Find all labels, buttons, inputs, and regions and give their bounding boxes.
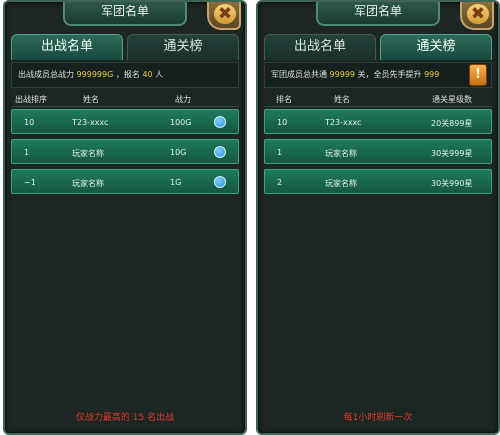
row-power: 10G [170, 148, 187, 157]
table-row[interactable]: 2 玩家名称 30关990星 [264, 169, 492, 194]
ranking-panel: 军团名单 出战名单 通关榜 军团成员总共通 99999 关，全员先手提升 999… [256, 0, 500, 435]
panel-title: 军团名单 [63, 2, 187, 26]
row-rank: 1 [24, 148, 30, 157]
close-icon: ✖ [467, 4, 489, 24]
status-dot-icon[interactable] [214, 146, 226, 158]
row-rank: 10 [277, 118, 288, 127]
table-row[interactable]: 10 T23-xxxc 20关899星 [264, 109, 492, 134]
row-rank: 2 [277, 178, 283, 187]
signup-count-unit: 人 [155, 70, 164, 79]
row-stars: 30关990星 [431, 179, 473, 188]
row-name: T23-xxxc [72, 118, 109, 127]
tab-clear-ranking[interactable]: 通关榜 [380, 34, 492, 60]
row-stars: 30关999星 [431, 149, 473, 158]
tab-bar: 出战名单 通关榜 [264, 34, 492, 60]
col-battle-order: 出战排序 [15, 95, 47, 104]
summary-separator: ，报名 [115, 70, 140, 79]
close-button[interactable]: ✖ [207, 2, 241, 30]
signup-count-value: 40 [142, 70, 153, 79]
tab-battle-roster[interactable]: 出战名单 [264, 34, 376, 60]
table-row[interactable]: 1 玩家名称 10G [11, 139, 239, 164]
summary-label: 军团成员总共通 [271, 70, 327, 79]
total-power-value: 999999G [76, 70, 114, 79]
row-power: 100G [170, 118, 192, 127]
total-levels-value: 99999 [329, 70, 355, 79]
roster-panel: 军团名单 出战名单 通关榜 出战成员总战力 999999G ，报名 40 人 出… [3, 0, 247, 435]
row-power: 1G [170, 178, 182, 187]
col-name: 姓名 [334, 95, 350, 104]
row-name: 玩家名称 [325, 149, 357, 158]
ranking-summary: 军团成员总共通 99999 关，全员先手提升 999 ! [264, 62, 492, 88]
roster-summary: 出战成员总战力 999999G ，报名 40 人 [11, 62, 239, 88]
close-button[interactable]: ✖ [460, 2, 494, 30]
summary-separator: 关，全员先手提升 [357, 70, 422, 79]
row-name: 玩家名称 [72, 149, 104, 158]
col-rank: 排名 [276, 95, 292, 104]
col-stars: 通关星级数 [432, 95, 472, 104]
footer-note: 每1小时刷新一次 [343, 413, 413, 423]
row-rank: 10 [24, 118, 35, 127]
row-name: T23-xxxc [325, 118, 362, 127]
close-icon: ✖ [214, 4, 236, 24]
status-dot-icon[interactable] [214, 176, 226, 188]
col-name: 姓名 [83, 95, 99, 104]
table-row[interactable]: ~1 玩家名称 1G [11, 169, 239, 194]
tab-clear-ranking[interactable]: 通关榜 [127, 34, 239, 60]
row-rank: 1 [277, 148, 283, 157]
col-power: 战力 [175, 95, 191, 104]
row-name: 玩家名称 [72, 179, 104, 188]
row-name: 玩家名称 [325, 179, 357, 188]
tab-bar: 出战名单 通关榜 [11, 34, 239, 60]
row-stars: 20关899星 [431, 119, 473, 128]
panel-title: 军团名单 [316, 2, 440, 26]
header-divider [11, 106, 239, 107]
status-dot-icon[interactable] [214, 116, 226, 128]
footer-note: 仅战力最高的 15 名出战 [75, 413, 175, 423]
tab-battle-roster[interactable]: 出战名单 [11, 34, 123, 60]
row-rank: ~1 [24, 178, 36, 187]
table-row[interactable]: 10 T23-xxxc 100G [11, 109, 239, 134]
first-strike-boost-value: 999 [424, 70, 440, 79]
header-divider [264, 106, 492, 107]
summary-label: 出战成员总战力 [18, 70, 74, 79]
info-icon[interactable]: ! [469, 64, 487, 86]
table-row[interactable]: 1 玩家名称 30关999星 [264, 139, 492, 164]
